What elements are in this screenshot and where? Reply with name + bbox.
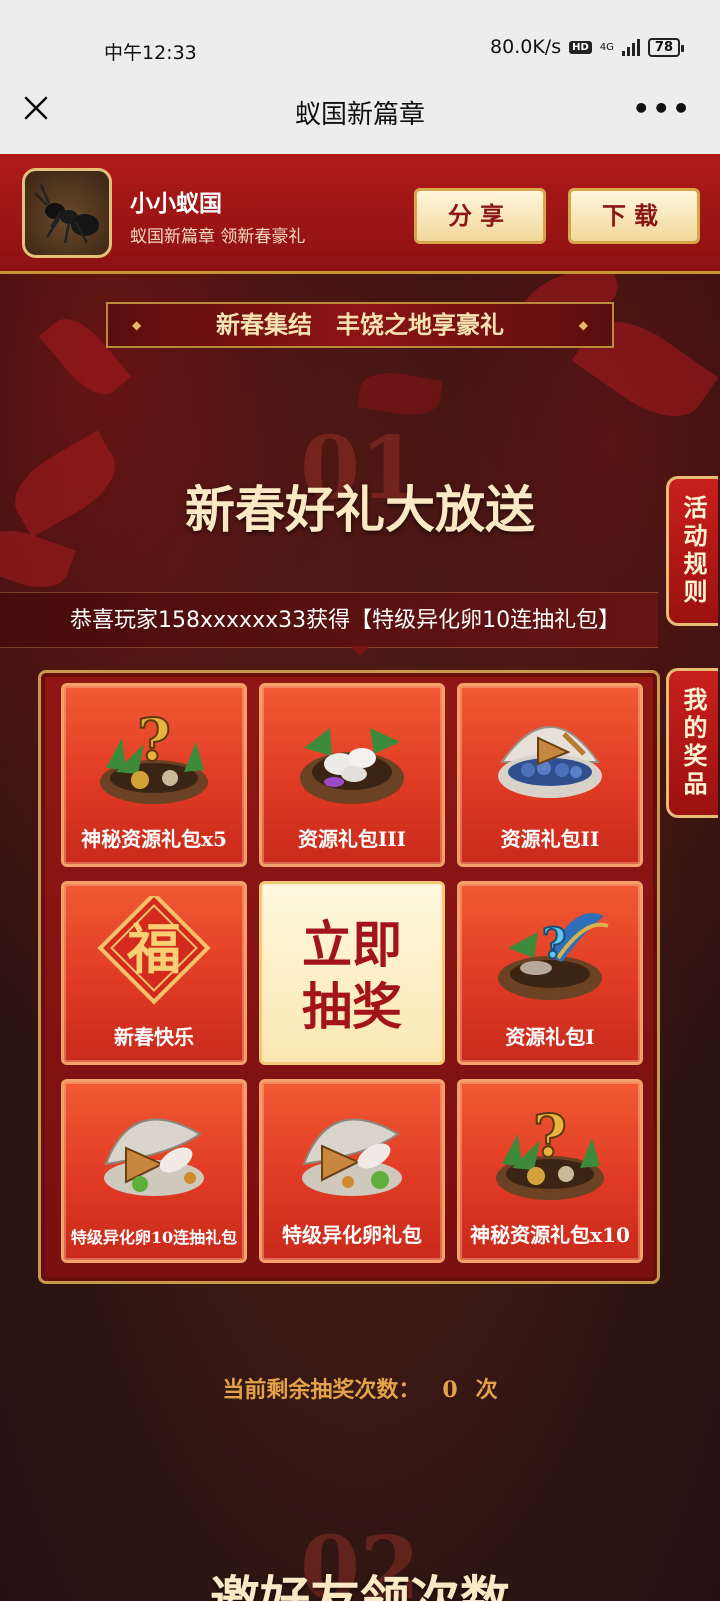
app-banner[interactable]: 小小蚁国 蚁国新篇章 领新春豪礼 分享 下载 [0,154,720,274]
signal-icon [621,38,640,56]
prize-label: 神秘资源礼包x10 [470,1223,630,1247]
prize-cell: 特级异化卵礼包 [259,1079,445,1263]
status-time: 中午12:33 [104,42,197,64]
svg-text:?: ? [137,706,171,774]
svg-text:?: ? [533,1102,567,1170]
shell-icon [498,726,602,798]
prize-cell: ? 资源礼包I [457,881,643,1065]
rules-tab[interactable]: 活动规则 [666,476,718,626]
section-title: 新春好礼大放送 [185,480,535,539]
prize-label: 特级异化卵10连抽礼包 [70,1228,238,1247]
prize-label: 新春快乐 [114,1025,194,1049]
prize-label: 特级异化卵礼包 [282,1223,422,1247]
hd-icon: HD [569,40,592,54]
download-button[interactable]: 下载 [568,188,700,244]
more-icon[interactable]: ••• [632,92,692,125]
draw-line-1: 立即 [302,915,402,974]
prize-label: 资源礼包III [297,827,407,851]
special-egg-icon [302,1118,402,1196]
prize-label: 资源礼包II [500,827,600,851]
prize-cell: ? 神秘资源礼包x5 [61,683,247,867]
battery-icon: 78 [647,37,685,57]
prize-cell: 福 新春快乐 [61,881,247,1065]
prize-label: 神秘资源礼包x5 [81,827,227,851]
prize-cell: 资源礼包III [259,683,445,867]
network-type: 4G [599,41,614,53]
page-title: 蚁国新篇章 [294,100,425,130]
draw-button[interactable]: 立即 抽奖 [259,881,445,1065]
my-prizes-tab[interactable]: 我的奖品 [666,668,718,818]
special-egg-icon [104,1118,204,1196]
remaining-count: 0 [442,1377,458,1403]
nav-bar: 蚁国新篇章 ••• [0,68,720,154]
remaining-unit: 次 [475,1377,498,1403]
subtitle-ribbon: 新春集结 丰饶之地享豪礼 [106,302,614,348]
app-name: 小小蚁国 [130,191,222,217]
network-speed: 80.0K/s [490,36,562,58]
mystery-nest-icon: ? [100,705,208,804]
app-subtitle: 蚁国新篇章 领新春豪礼 [130,227,306,247]
winner-marquee: 恭喜玩家158xxxxxx33获得【特级异化卵10连抽礼包】 [0,592,658,648]
share-button[interactable]: 分享 [414,188,546,244]
svg-text:?: ? [542,919,567,968]
marquee-pointer [350,646,370,656]
prize-label: 资源礼包I [505,1025,595,1049]
app-icon[interactable] [22,168,112,258]
ant-icon [34,184,99,244]
draw-line-2: 抽奖 [302,977,402,1036]
egg-nest-icon [300,728,404,804]
prize-grid: ? 神秘资源礼包x5 资源礼包III 资源礼包II 福 新春快乐 立即 抽奖 ?… [38,670,660,1284]
svg-text:福: 福 [126,917,181,981]
feather-nest-icon: ? [498,913,609,1000]
remaining-label: 当前剩余抽奖次数： [222,1377,421,1403]
mystery-nest-icon: ? [496,1101,604,1200]
prize-cell: ? 神秘资源礼包x10 [457,1079,643,1263]
status-indicators: 80.0K/s HD 4G 78 [490,36,685,58]
decor-leaf [357,367,443,421]
draw-label: 立即 抽奖 [262,914,442,1038]
prize-cell: 特级异化卵10连抽礼包 [61,1079,247,1263]
section-title: 邀好友领次数 [210,1570,510,1601]
fu-icon: 福 [97,896,211,1005]
prize-cell: 资源礼包II [457,683,643,867]
remaining-draws: 当前剩余抽奖次数： 0 次 [0,1372,720,1404]
